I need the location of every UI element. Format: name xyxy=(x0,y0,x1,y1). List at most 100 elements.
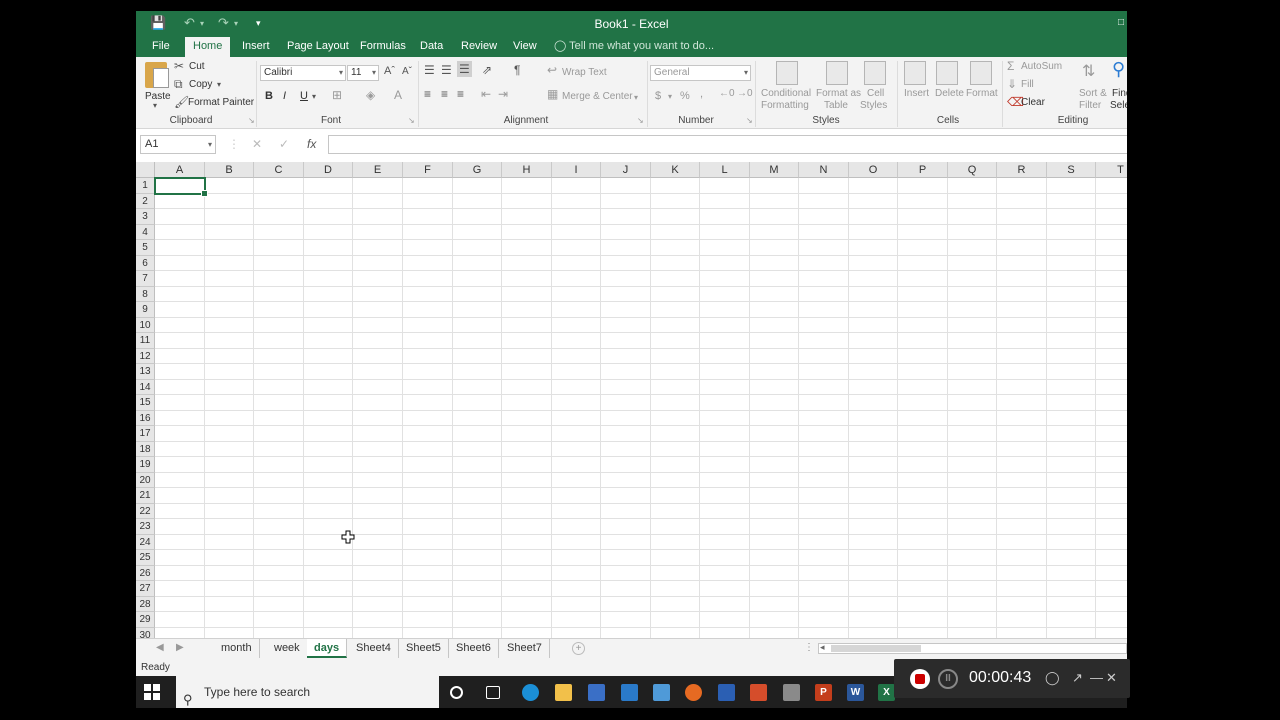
sheet-tab-sheet5[interactable]: Sheet5 xyxy=(399,639,449,658)
currency-dropdown-icon[interactable]: ▾ xyxy=(668,92,672,101)
fill-button[interactable]: Fill xyxy=(1021,79,1034,90)
row-header-4[interactable]: 4 xyxy=(136,224,155,240)
insert-function-button[interactable]: fx xyxy=(307,137,316,151)
bold-button[interactable]: B xyxy=(265,90,273,102)
sort-filter-label-2[interactable]: Filter xyxy=(1079,100,1101,111)
increase-indent-icon[interactable]: ⇥ xyxy=(498,87,508,101)
align-left-icon[interactable]: ≡ xyxy=(424,87,431,101)
row-header-20[interactable]: 20 xyxy=(136,472,155,488)
tab-insert[interactable]: Insert xyxy=(234,37,278,57)
word-icon[interactable]: W xyxy=(847,684,864,701)
paste-icon[interactable] xyxy=(145,62,169,88)
orientation-icon[interactable]: ⇗ xyxy=(482,63,492,77)
selected-cell[interactable] xyxy=(154,177,208,196)
wrap-text-icon[interactable]: ↩ xyxy=(547,63,557,77)
close-icon[interactable]: ✕ xyxy=(1106,670,1117,686)
scrollbar-thumb[interactable] xyxy=(831,645,921,652)
copy-icon[interactable]: ⧉ xyxy=(174,77,183,92)
app-icon[interactable] xyxy=(718,684,735,701)
find-select-label-2[interactable]: Sele xyxy=(1110,100,1127,111)
format-as-table-label-2[interactable]: Table xyxy=(824,100,848,111)
row-header-6[interactable]: 6 xyxy=(136,255,155,271)
merge-dropdown-icon[interactable]: ▾ xyxy=(634,93,638,102)
font-name-select[interactable]: Calibri ▾ xyxy=(260,65,346,81)
merge-icon[interactable]: ▦ xyxy=(547,87,558,101)
pause-button[interactable]: II xyxy=(938,669,958,689)
enter-icon[interactable]: ✓ xyxy=(279,137,289,151)
expand-icon[interactable]: ↗ xyxy=(1072,670,1083,686)
scroll-left-icon[interactable]: ◂ xyxy=(820,642,825,653)
delete-cells-button[interactable]: Delete xyxy=(935,88,964,99)
row-header-15[interactable]: 15 xyxy=(136,395,155,411)
column-header-q[interactable]: Q xyxy=(948,162,997,178)
tab-view[interactable]: View xyxy=(505,37,545,57)
edge-icon[interactable] xyxy=(522,684,539,701)
row-header-11[interactable]: 11 xyxy=(136,333,155,349)
fill-icon[interactable]: ⇓ xyxy=(1007,77,1017,91)
row-header-21[interactable]: 21 xyxy=(136,488,155,504)
column-header-b[interactable]: B xyxy=(205,162,254,178)
row-header-29[interactable]: 29 xyxy=(136,612,155,628)
row-header-18[interactable]: 18 xyxy=(136,441,155,457)
row-header-2[interactable]: 2 xyxy=(136,193,155,209)
formula-input[interactable] xyxy=(328,135,1127,154)
sheet-tab-month[interactable]: month xyxy=(214,639,260,658)
column-header-k[interactable]: K xyxy=(651,162,700,178)
sheet-tab-sheet6[interactable]: Sheet6 xyxy=(449,639,499,658)
cortana-icon[interactable] xyxy=(450,686,463,699)
column-header-d[interactable]: D xyxy=(304,162,353,178)
align-center-icon[interactable]: ≡ xyxy=(441,87,448,101)
row-header-28[interactable]: 28 xyxy=(136,596,155,612)
sort-filter-icon[interactable]: ⇅ xyxy=(1082,61,1095,81)
increase-decimal-icon[interactable]: ←0 xyxy=(719,88,735,99)
ribbon-display-icon[interactable]: □ xyxy=(1118,17,1124,28)
tell-me-box[interactable]: ◯ Tell me what you want to do... xyxy=(554,37,714,56)
column-header-o[interactable]: O xyxy=(849,162,898,178)
row-header-8[interactable]: 8 xyxy=(136,286,155,302)
column-header-c[interactable]: C xyxy=(254,162,304,178)
cancel-icon[interactable]: ✕ xyxy=(252,137,262,151)
paste-dropdown-icon[interactable]: ▾ xyxy=(153,101,157,110)
row-header-14[interactable]: 14 xyxy=(136,379,155,395)
windows-start-icon[interactable] xyxy=(144,684,160,700)
mail-icon[interactable] xyxy=(621,684,638,701)
increase-font-icon[interactable]: Aˆ xyxy=(384,65,395,77)
tab-data[interactable]: Data xyxy=(412,37,451,57)
sheet-tab-week[interactable]: week xyxy=(267,639,308,658)
sheet-tab-sheet4[interactable]: Sheet4 xyxy=(349,639,399,658)
clipboard-launcher-icon[interactable]: ↘ xyxy=(248,116,255,125)
row-header-25[interactable]: 25 xyxy=(136,550,155,566)
store-icon[interactable] xyxy=(588,684,605,701)
decrease-decimal-icon[interactable]: →0 xyxy=(737,88,753,99)
row-header-9[interactable]: 9 xyxy=(136,302,155,318)
align-right-icon[interactable]: ≡ xyxy=(457,87,464,101)
cell-styles-icon[interactable] xyxy=(864,61,886,85)
cut-button[interactable]: Cut xyxy=(189,61,205,72)
font-color-icon[interactable]: A xyxy=(394,88,402,102)
row-header-13[interactable]: 13 xyxy=(136,364,155,380)
column-header-f[interactable]: F xyxy=(403,162,453,178)
clear-button[interactable]: Clear xyxy=(1021,97,1045,108)
cell-styles-label-2[interactable]: Styles xyxy=(860,100,887,111)
scroll-sheets-left-icon[interactable]: ◀ xyxy=(156,642,164,653)
font-launcher-icon[interactable]: ↘ xyxy=(408,116,415,125)
column-header-l[interactable]: L xyxy=(700,162,750,178)
powerpoint-icon[interactable]: P xyxy=(815,684,832,701)
underline-dropdown-icon[interactable]: ▾ xyxy=(312,92,316,101)
conditional-formatting-label-1[interactable]: Conditional xyxy=(761,88,811,99)
taskbar-search-box[interactable]: ⚲ Type here to search xyxy=(176,676,439,708)
tab-page-layout[interactable]: Page Layout xyxy=(279,37,357,57)
row-header-3[interactable]: 3 xyxy=(136,209,155,225)
stop-recording-button[interactable] xyxy=(910,669,930,689)
middle-align-icon[interactable]: ☰ xyxy=(441,63,452,77)
row-header-7[interactable]: 7 xyxy=(136,271,155,287)
top-align-icon[interactable]: ☰ xyxy=(424,63,435,77)
column-header-r[interactable]: R xyxy=(997,162,1047,178)
wrap-text-button[interactable]: Wrap Text xyxy=(562,67,607,78)
row-header-19[interactable]: 19 xyxy=(136,457,155,473)
row-header-10[interactable]: 10 xyxy=(136,317,155,333)
column-header-n[interactable]: N xyxy=(799,162,849,178)
row-header-22[interactable]: 22 xyxy=(136,503,155,519)
format-as-table-label-1[interactable]: Format as xyxy=(816,88,861,99)
number-format-select[interactable]: General ▾ xyxy=(650,65,751,81)
